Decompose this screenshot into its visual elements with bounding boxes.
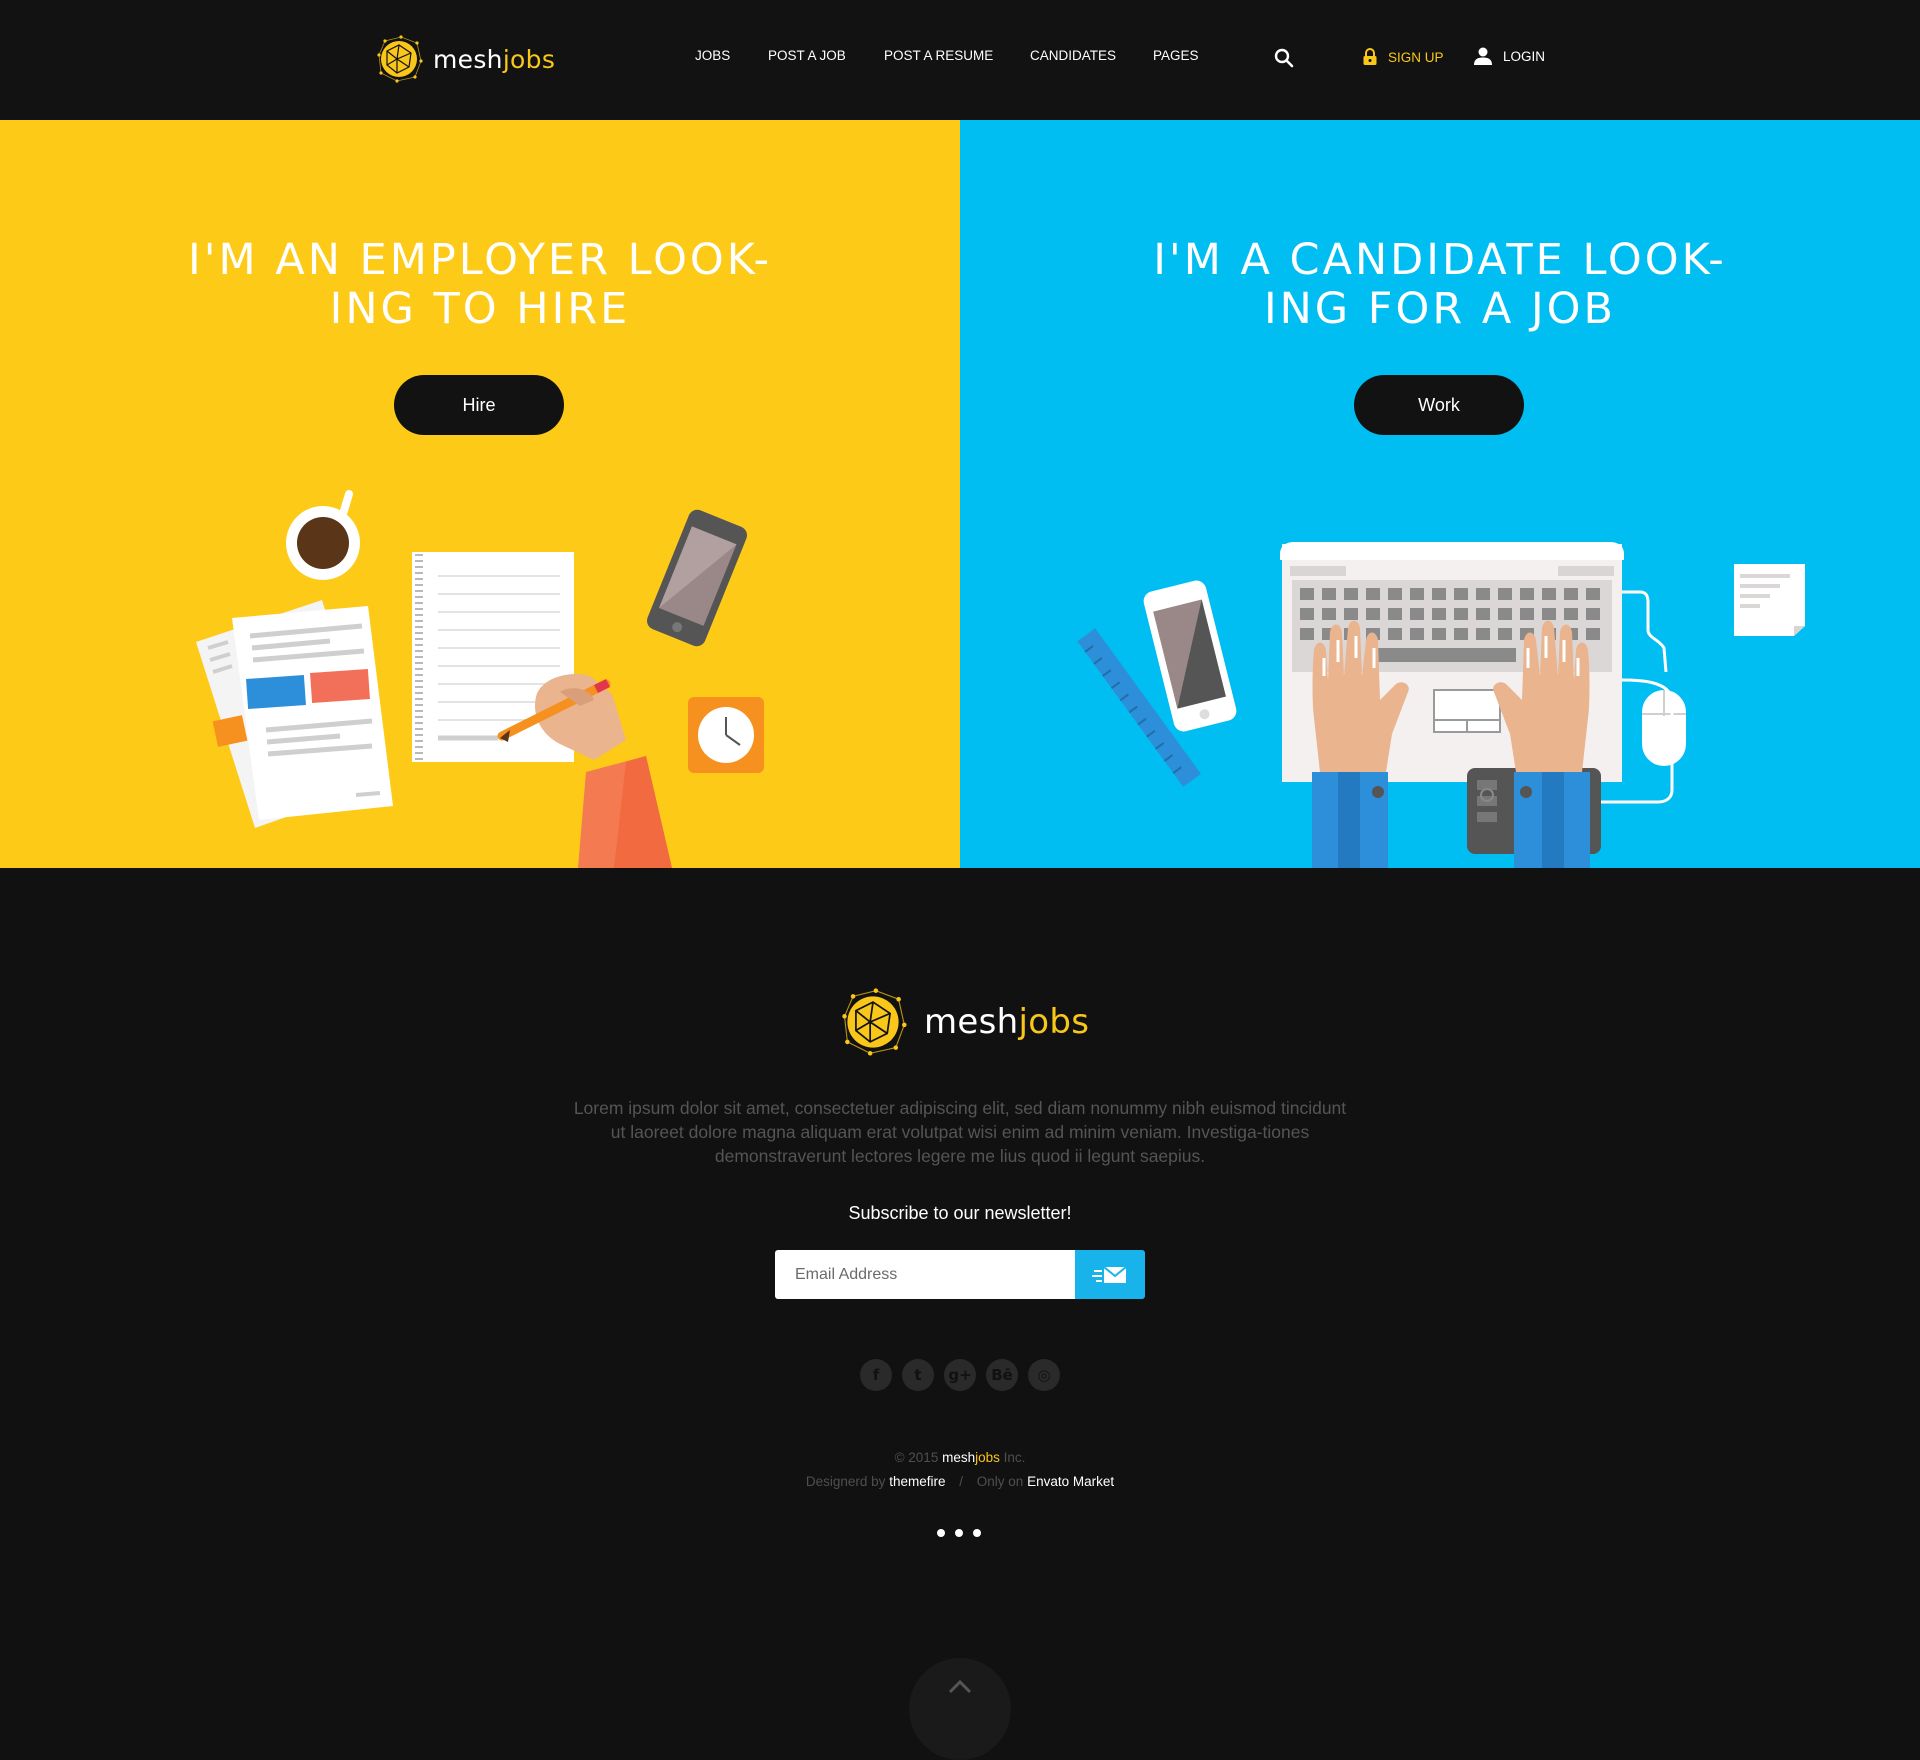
candidate-heading: I'M A CANDIDATE LOOK- ING FOR A JOB	[960, 236, 1920, 334]
email-input[interactable]	[775, 1250, 1076, 1299]
copyright-brand-suffix: jobs	[975, 1450, 1000, 1465]
dribbble-icon[interactable]: ◎	[1028, 1359, 1060, 1391]
nav-post-a-resume[interactable]: POST A RESUME	[884, 48, 993, 63]
nav-jobs[interactable]: JOBS	[695, 48, 730, 63]
phone-icon	[646, 509, 748, 647]
back-to-top-button[interactable]	[909, 1658, 1011, 1760]
credits: Designerd by themefire / Only on Envato …	[0, 1474, 1920, 1489]
facebook-icon[interactable]: f	[860, 1359, 892, 1391]
footer-brand-name: meshjobs	[924, 1002, 1090, 1042]
twitter-icon[interactable]: t	[902, 1359, 934, 1391]
employer-heading-line-2: ING TO HIRE	[329, 284, 631, 334]
footer-description: Lorem ipsum dolor sit amet, consectetuer…	[573, 1098, 1347, 1166]
more-dots[interactable]	[937, 1529, 981, 1537]
nav-post-a-job[interactable]: POST A JOB	[768, 48, 846, 63]
candidate-heading-line-1: I'M A CANDIDATE LOOK-	[1153, 235, 1727, 285]
search-icon[interactable]	[1273, 47, 1295, 69]
employer-heading: I'M AN EMPLOYER LOOK- ING TO HIRE	[0, 236, 960, 334]
clock-icon	[688, 697, 764, 773]
sticky-note-icon	[1734, 564, 1805, 636]
newsletter-label: Subscribe to our newsletter!	[848, 1203, 1072, 1223]
subscribe-button[interactable]	[1075, 1250, 1145, 1299]
brand-logo[interactable]: meshjobs	[373, 33, 555, 85]
copyright-suffix: Inc.	[1003, 1450, 1026, 1465]
dot	[973, 1529, 981, 1537]
designer-link[interactable]: themefire	[889, 1474, 945, 1489]
copyright-year: © 2015	[894, 1450, 939, 1465]
candidate-panel: I'M A CANDIDATE LOOK- ING FOR A JOB Work	[960, 120, 1920, 868]
send-mail-icon	[1092, 1265, 1127, 1283]
login-label: LOGIN	[1503, 48, 1546, 64]
globe-mesh-icon	[842, 988, 907, 1056]
candidate-desk-illustration	[1077, 542, 1805, 868]
chevron-up-icon	[948, 1680, 972, 1694]
google-plus-icon[interactable]: g+	[944, 1359, 976, 1391]
dot	[955, 1529, 963, 1537]
employer-desk-illustration	[196, 490, 764, 868]
signup-link[interactable]: SIGN UP	[1362, 48, 1444, 66]
smartphone-icon	[1143, 580, 1237, 732]
credits-separator: /	[959, 1474, 963, 1489]
top-navbar: meshjobs JOBS POST A JOB POST A RESUME C…	[0, 0, 1920, 120]
footer-brand-logo[interactable]: meshjobs	[836, 985, 1089, 1059]
behance-icon[interactable]: Bē	[986, 1359, 1018, 1391]
designed-by-label: Designerd by	[805, 1474, 886, 1489]
employer-heading-line-1: I'M AN EMPLOYER LOOK-	[188, 235, 772, 285]
employer-panel: I'M AN EMPLOYER LOOK- ING TO HIRE Hire	[0, 120, 960, 868]
copyright-brand-prefix: mesh	[942, 1450, 976, 1465]
nav-pages[interactable]: PAGES	[1153, 48, 1199, 63]
dot	[937, 1529, 945, 1537]
user-icon	[1474, 47, 1492, 65]
login-link[interactable]: LOGIN	[1473, 46, 1545, 66]
globe-mesh-icon	[377, 35, 423, 83]
social-links: f t g+ Bē ◎	[860, 1359, 1060, 1391]
lock-icon	[1363, 48, 1377, 65]
brand-name: meshjobs	[433, 44, 556, 74]
copyright: © 2015 meshjobs Inc.	[0, 1450, 1920, 1465]
marketplace-link[interactable]: Envato Market	[1027, 1474, 1114, 1489]
signup-label: SIGN UP	[1388, 49, 1444, 65]
candidate-heading-line-2: ING FOR A JOB	[1263, 284, 1617, 334]
documents-icon	[196, 600, 393, 828]
nav-candidates[interactable]: CANDIDATES	[1030, 48, 1116, 63]
work-button[interactable]: Work	[1354, 375, 1524, 435]
hire-button[interactable]: Hire	[394, 375, 564, 435]
coffee-cup-icon	[286, 490, 360, 580]
only-on-label: Only on	[976, 1474, 1024, 1489]
